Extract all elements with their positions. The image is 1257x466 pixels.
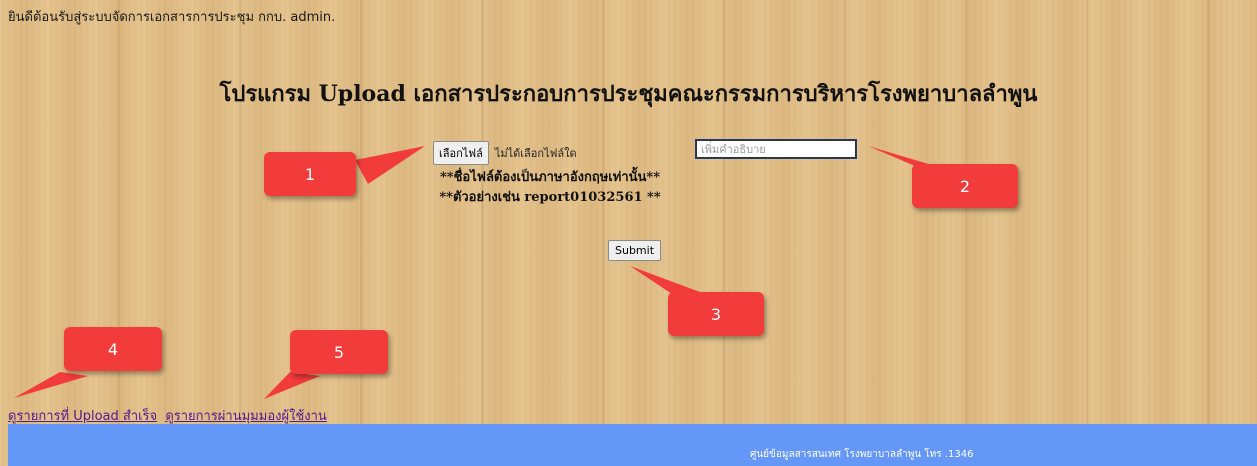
choose-file-button[interactable]: เลือกไฟล์ [433, 141, 489, 165]
page-title: โปรแกรม Upload เอกสารประกอบการประชุมคณะก… [219, 81, 1038, 107]
callout-badge-3: 3 [668, 292, 764, 336]
callout-arrow-5 [264, 372, 320, 399]
user-view-link[interactable]: ดูรายการผ่านมุมมองผู้ใช้งาน [165, 409, 326, 424]
uploaded-list-link[interactable]: ดูรายการที่ Upload สำเร็จ [8, 409, 157, 424]
callout-arrows [14, 146, 942, 399]
callout-badge-1: 1 [264, 152, 356, 196]
file-picker: เลือกไฟล์ ไม่ได้เลือกไฟล์ใด [433, 141, 577, 165]
welcome-text: ยินดีต้อนรับสู่ระบบจัดการเอกสารการประชุม… [8, 10, 336, 25]
callout-badge-5: 5 [290, 330, 388, 374]
submit-button[interactable]: Submit [608, 240, 662, 261]
footer-bar: ศูนย์ข้อมูลสารสนเทศ โรงพยาบาลลำพูน โทร .… [8, 424, 1257, 466]
callout-badge-4: 4 [64, 327, 162, 371]
file-status: ไม่ได้เลือกไฟล์ใด [494, 147, 577, 160]
footer-contact-text: ศูนย์ข้อมูลสารสนเทศ โรงพยาบาลลำพูน โทร .… [750, 449, 974, 460]
callout-badge-2: 2 [912, 164, 1018, 208]
callout-arrow-4 [14, 372, 88, 398]
description-input[interactable] [695, 139, 857, 159]
bottom-links: ดูรายการที่ Upload สำเร็จ ดูรายการผ่านมุ… [8, 405, 331, 426]
